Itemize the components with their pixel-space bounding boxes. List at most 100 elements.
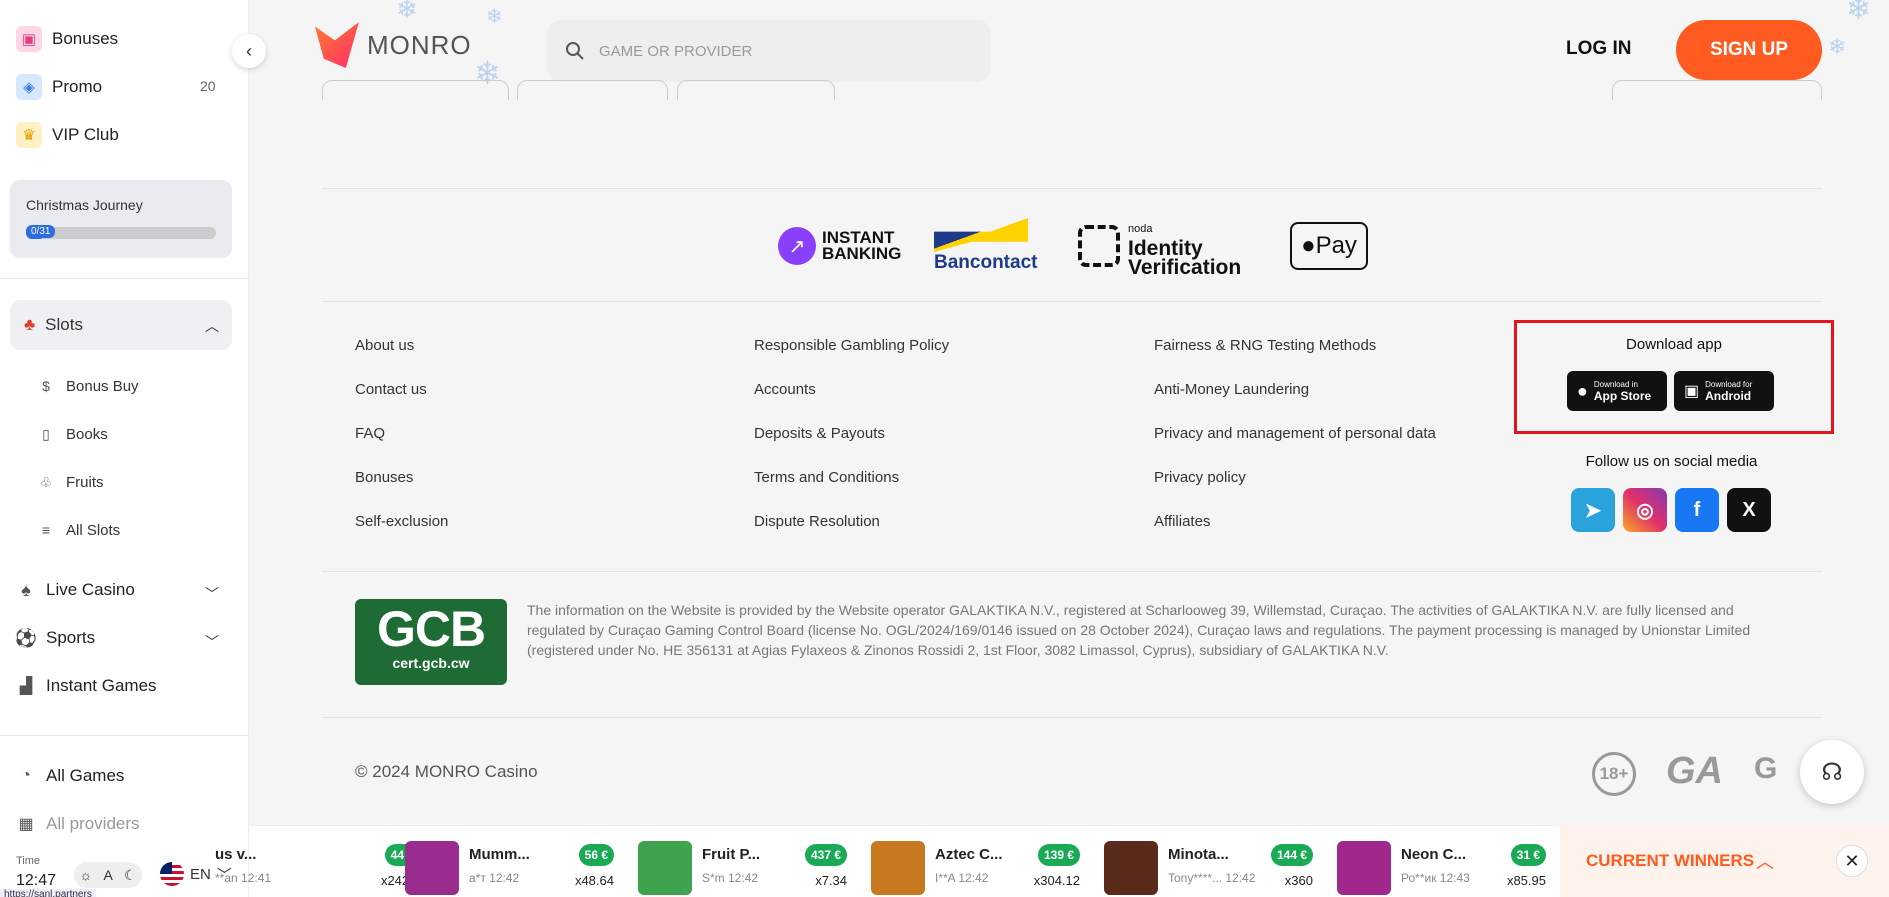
footer-link-faq[interactable]: FAQ [355, 425, 385, 442]
sidebar-subitem-bonus-buy[interactable]: $ Bonus Buy [36, 376, 138, 396]
footer-link-bonuses[interactable]: Bonuses [355, 469, 413, 486]
login-button[interactable]: LOG IN [1566, 38, 1631, 60]
footer-link-self-exclusion[interactable]: Self-exclusion [355, 513, 448, 530]
sports-icon: ⚽ [14, 627, 38, 648]
sidebar-item-all-games[interactable]: ◔ All Games [16, 766, 124, 786]
game-thumbnail[interactable] [405, 841, 459, 895]
theme-switch[interactable]: ☼ A ☾ [74, 862, 142, 888]
android-button[interactable]: ▣ Download for Android [1674, 371, 1774, 411]
identity-verification-logo: noda Identity Verification [1078, 218, 1241, 278]
winner-multiplier: x7.34 [815, 873, 847, 888]
winner-user-time: Tony****... 12:42 [1168, 871, 1256, 885]
collapse-sidebar-button[interactable]: ‹ [232, 34, 266, 68]
winner-game-name: Fruit P... [702, 846, 761, 863]
game-thumbnail[interactable] [871, 841, 925, 895]
game-thumbnail[interactable] [1337, 841, 1391, 895]
sidebar-item-label: Slots [45, 315, 83, 334]
snowflake-icon: ❄ [1846, 0, 1872, 26]
winner-multiplier: x360 [1284, 873, 1313, 888]
winner-item[interactable]: Neon C... Ро**ик 12:43 31 € x85.95 [1337, 826, 1570, 897]
winner-game-name: us v... [215, 846, 257, 863]
winner-item[interactable]: Aztec C... I**A 12:42 139 € x304.12 [871, 826, 1104, 897]
list-icon: ≡ [41, 522, 51, 538]
sidebar-item-label: Promo [52, 77, 103, 96]
winner-item[interactable]: Mumm... a*т 12:42 56 € x48.64 [405, 826, 638, 897]
monro-logo-icon [315, 22, 359, 68]
sun-icon[interactable]: ☼ [80, 867, 93, 883]
winner-user-time: S*m 12:42 [702, 871, 759, 885]
sidebar-item-promo[interactable]: ◈ Promo [16, 74, 102, 100]
close-icon[interactable]: ✕ [1836, 845, 1868, 877]
identity-small: noda [1128, 222, 1153, 235]
footer-link-fairness[interactable]: Fairness & RNG Testing Methods [1154, 337, 1376, 354]
winner-amount-badge: 56 € [578, 844, 614, 866]
instant-banking-icon: ↗ [778, 227, 816, 265]
winner-item[interactable]: Fruit P... S*m 12:42 437 € x7.34 [638, 826, 871, 897]
section-divider [322, 301, 1822, 302]
promo-icon: ◈ [16, 74, 42, 100]
search-input[interactable] [599, 42, 959, 60]
chevron-up-icon[interactable]: ︿ [205, 316, 219, 336]
applepay-text: Pay [1315, 232, 1357, 259]
winner-game-name: Neon C... [1401, 846, 1467, 863]
chevron-down-icon[interactable]: ﹀ [205, 632, 219, 652]
game-thumbnail[interactable] [638, 841, 692, 895]
footer-link-terms[interactable]: Terms and Conditions [754, 469, 899, 486]
footer-link-deposits-payouts[interactable]: Deposits & Payouts [754, 425, 885, 442]
facebook-icon[interactable]: f [1675, 488, 1719, 532]
footer-link-privacy-management[interactable]: Privacy and management of personal data [1154, 425, 1436, 442]
auto-theme-icon[interactable]: A [103, 867, 112, 883]
instagram-icon[interactable]: ◎ [1623, 488, 1667, 532]
footer-link-dispute-resolution[interactable]: Dispute Resolution [754, 513, 880, 530]
apple-icon: ● [1301, 232, 1316, 259]
sidebar-subitem-all-slots[interactable]: ≡ All Slots [36, 520, 120, 540]
footer-link-privacy-policy[interactable]: Privacy policy [1154, 469, 1246, 486]
footer-link-affiliates[interactable]: Affiliates [1154, 513, 1210, 530]
footer-link-contact-us[interactable]: Contact us [355, 381, 427, 398]
winner-item[interactable]: Minota... Tony****... 12:42 144 € x360 [1104, 826, 1337, 897]
app-store-button[interactable]: ● Download in App Store [1567, 371, 1667, 411]
sidebar-item-sports[interactable]: ⚽ Sports [14, 627, 95, 648]
gamcare-logo: G [1754, 752, 1778, 785]
sidebar: ▣ Bonuses ◈ Promo 20 ♛ VIP Club Christma… [0, 0, 249, 897]
gcb-license-badge[interactable]: GCB cert.gcb.cw [355, 599, 507, 685]
winner-user-time: a*т 12:42 [469, 871, 520, 885]
sidebar-subitem-fruits[interactable]: ♧ Fruits [36, 472, 104, 492]
sidebar-item-label: VIP Club [52, 125, 119, 144]
game-thumbnail[interactable] [1104, 841, 1158, 895]
bancontact-text: Bancontact [934, 252, 1038, 273]
instant-banking-logo: ↗ INSTANT BANKING [778, 218, 901, 274]
winner-game-name: Aztec C... [935, 846, 1003, 863]
sidebar-item-all-providers[interactable]: ▦ All providers [16, 814, 139, 834]
sidebar-item-bonuses[interactable]: ▣ Bonuses [16, 26, 118, 52]
sidebar-subitem-books[interactable]: ▯ Books [36, 424, 108, 444]
logo[interactable]: MONRO [315, 22, 472, 68]
chevron-up-icon[interactable]: ︿ [1756, 848, 1774, 874]
status-url: https://sanl.partners [0, 889, 96, 897]
bancontact-logo: Bancontact [934, 218, 1037, 274]
signup-button[interactable]: SIGN UP [1676, 20, 1822, 80]
time-value: 12:47 [16, 872, 57, 889]
x-twitter-icon[interactable]: X [1727, 488, 1771, 532]
moon-icon[interactable]: ☾ [124, 867, 137, 884]
social-title: Follow us on social media [1585, 453, 1758, 470]
christmas-journey-card[interactable]: Christmas Journey 0/31 [10, 180, 232, 258]
sidebar-item-vip-club[interactable]: ♛ VIP Club [16, 122, 119, 148]
chevron-down-icon[interactable]: ﹀ [205, 584, 219, 604]
sidebar-item-label: Instant Games [46, 676, 157, 695]
legal-text: The information on the Website is provid… [527, 602, 1751, 658]
sidebar-item-live-casino[interactable]: ♠ Live Casino [16, 580, 135, 600]
footer-link-aml[interactable]: Anti-Money Laundering [1154, 381, 1309, 398]
search-bar[interactable] [547, 20, 991, 82]
current-winners-panel[interactable]: CURRENT WINNERS ︿ ✕ [1560, 825, 1889, 897]
sidebar-item-slots[interactable]: ♣ Slots [10, 300, 232, 350]
footer-link-responsible-gambling[interactable]: Responsible Gambling Policy [754, 337, 949, 354]
telegram-icon[interactable]: ➤ [1571, 488, 1615, 532]
sidebar-item-instant-games[interactable]: ▟ Instant Games [16, 676, 157, 696]
footer-link-accounts[interactable]: Accounts [754, 381, 816, 398]
sidebar-subitem-label: Fruits [66, 473, 104, 491]
support-chat-button[interactable]: ☊ [1800, 740, 1864, 804]
section-divider [322, 717, 1822, 718]
gift-icon: ▣ [16, 26, 42, 52]
footer-link-about-us[interactable]: About us [355, 337, 414, 354]
